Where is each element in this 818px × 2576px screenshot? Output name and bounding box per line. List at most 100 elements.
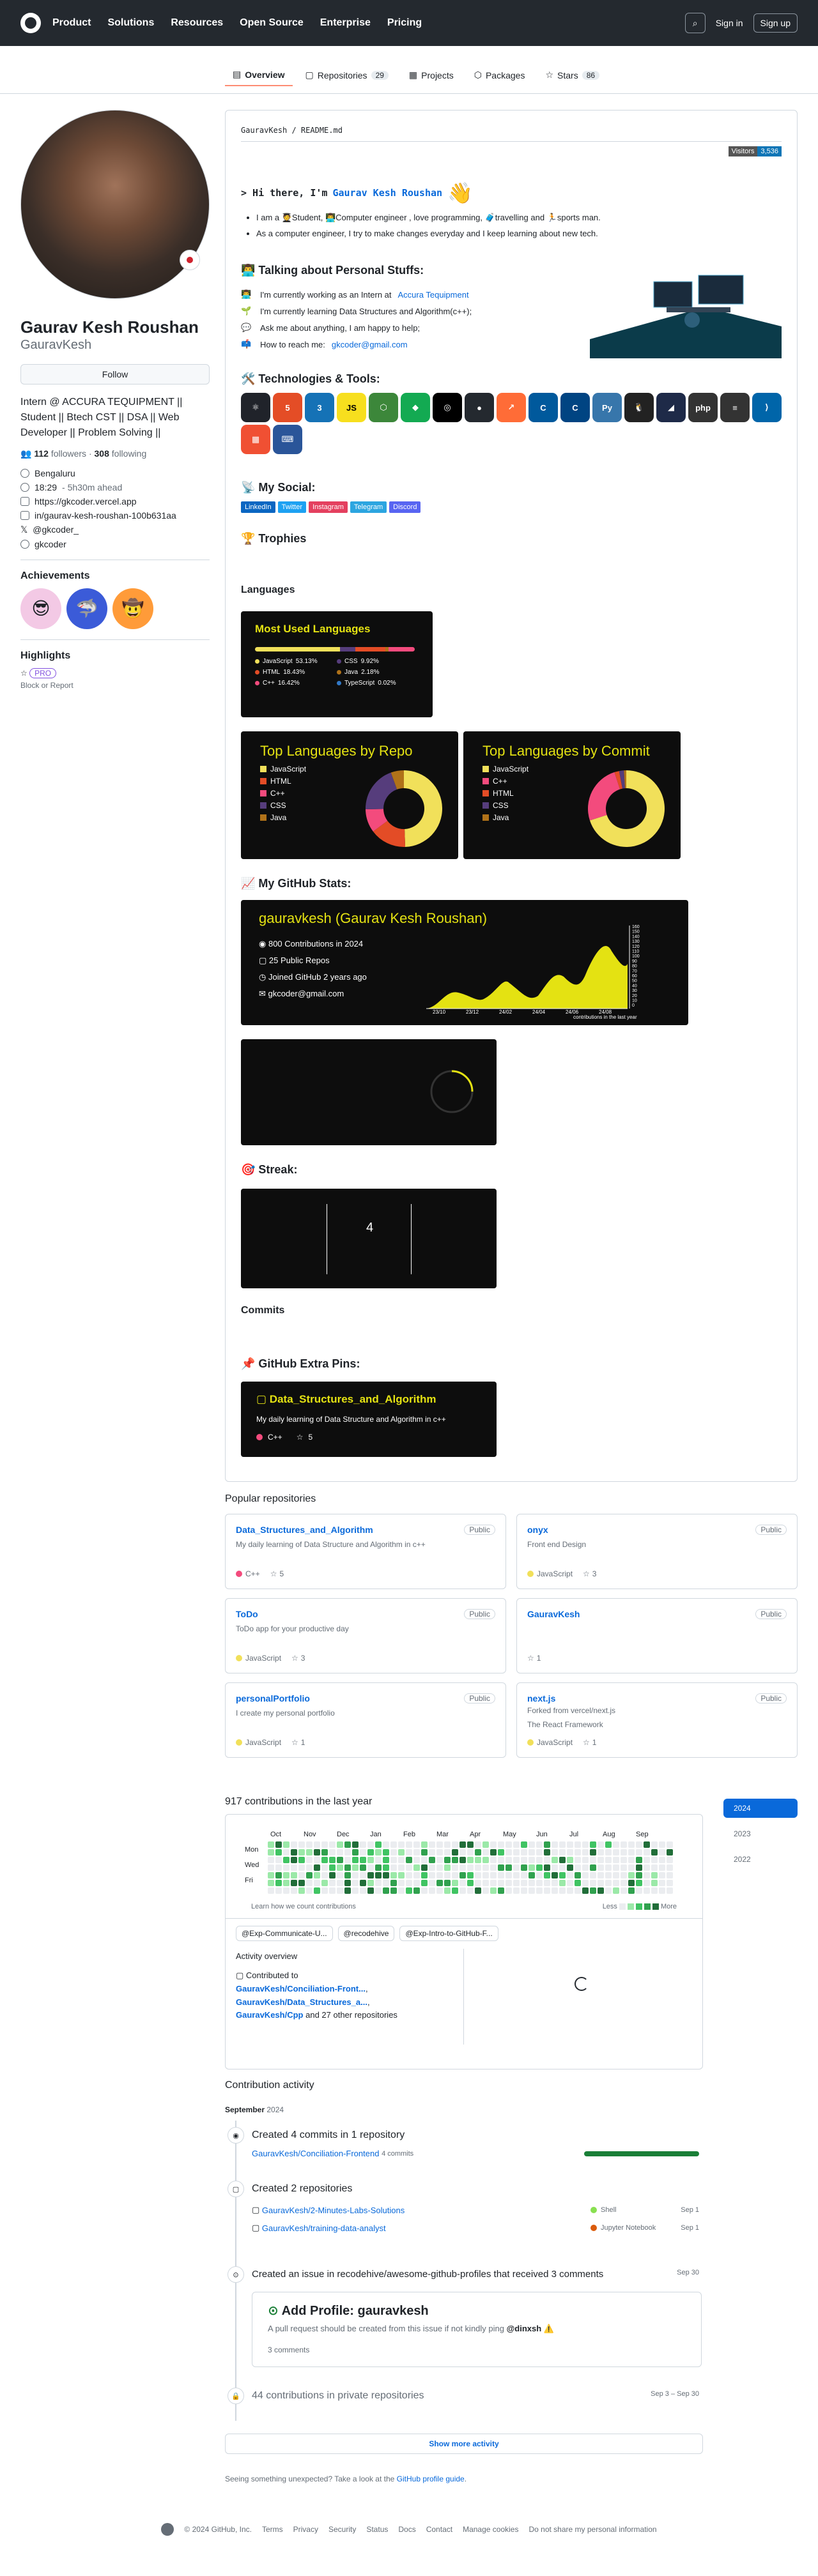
contribution-day[interactable] bbox=[536, 1872, 543, 1879]
contribution-day[interactable] bbox=[482, 1841, 489, 1848]
org-filter[interactable]: @recodehive bbox=[337, 1926, 395, 1941]
contribution-day[interactable] bbox=[413, 1841, 420, 1848]
contribution-day[interactable] bbox=[628, 1880, 635, 1886]
contribution-day[interactable] bbox=[498, 1887, 504, 1894]
contribution-day[interactable] bbox=[421, 1864, 428, 1871]
contribution-day[interactable] bbox=[413, 1880, 420, 1886]
contribution-day[interactable] bbox=[582, 1849, 589, 1856]
contribution-day[interactable] bbox=[582, 1841, 589, 1848]
repo-name-link[interactable]: Data_Structures_and_Algorithm bbox=[236, 1525, 495, 1535]
contribution-day[interactable] bbox=[367, 1887, 374, 1894]
contribution-day[interactable] bbox=[536, 1857, 543, 1863]
contribution-day[interactable] bbox=[575, 1841, 581, 1848]
footer-link[interactable]: Docs bbox=[398, 2525, 415, 2534]
contribution-day[interactable] bbox=[452, 1880, 458, 1886]
contribution-day[interactable] bbox=[375, 1872, 382, 1879]
block-report-link[interactable]: Block or Report bbox=[20, 681, 210, 690]
contribution-day[interactable] bbox=[567, 1880, 573, 1886]
contribution-day[interactable] bbox=[406, 1841, 412, 1848]
contribution-day[interactable] bbox=[383, 1841, 389, 1848]
contribution-day[interactable] bbox=[598, 1880, 604, 1886]
achievements-title[interactable]: Achievements bbox=[20, 570, 210, 582]
contribution-day[interactable] bbox=[498, 1841, 504, 1848]
contribution-day[interactable] bbox=[498, 1880, 504, 1886]
contribution-day[interactable] bbox=[513, 1880, 520, 1886]
contribution-day[interactable] bbox=[605, 1841, 612, 1848]
contribution-day[interactable] bbox=[413, 1864, 420, 1871]
sign-up-button[interactable]: Sign up bbox=[753, 13, 798, 33]
contribution-day[interactable] bbox=[529, 1887, 535, 1894]
contribution-day[interactable] bbox=[413, 1849, 420, 1856]
contribution-day[interactable] bbox=[337, 1857, 343, 1863]
contribution-day[interactable] bbox=[521, 1872, 527, 1879]
contribution-day[interactable] bbox=[605, 1887, 612, 1894]
contribution-day[interactable] bbox=[505, 1887, 512, 1894]
contribution-day[interactable] bbox=[360, 1887, 366, 1894]
contribution-day[interactable] bbox=[482, 1857, 489, 1863]
contribution-day[interactable] bbox=[383, 1864, 389, 1871]
contribution-day[interactable] bbox=[582, 1857, 589, 1863]
sign-in-link[interactable]: Sign in bbox=[716, 18, 743, 28]
contribution-day[interactable] bbox=[344, 1864, 351, 1871]
contribution-day[interactable] bbox=[429, 1857, 435, 1863]
social-badge[interactable]: LinkedIn bbox=[241, 501, 275, 513]
contribution-day[interactable] bbox=[268, 1841, 274, 1848]
contribution-day[interactable] bbox=[529, 1880, 535, 1886]
tab-repositories[interactable]: ▢ Repositories 29 bbox=[298, 64, 396, 86]
contribution-day[interactable] bbox=[459, 1887, 466, 1894]
contribution-day[interactable] bbox=[314, 1841, 320, 1848]
contribution-day[interactable] bbox=[360, 1872, 366, 1879]
contribution-day[interactable] bbox=[436, 1872, 443, 1879]
contribution-day[interactable] bbox=[337, 1887, 343, 1894]
contribution-day[interactable] bbox=[621, 1872, 627, 1879]
contribution-day[interactable] bbox=[552, 1864, 558, 1871]
contribution-day[interactable] bbox=[321, 1841, 328, 1848]
contribution-day[interactable] bbox=[367, 1857, 374, 1863]
contribution-day[interactable] bbox=[582, 1887, 589, 1894]
contribution-day[interactable] bbox=[444, 1880, 451, 1886]
contribution-day[interactable] bbox=[406, 1864, 412, 1871]
contribution-day[interactable] bbox=[436, 1880, 443, 1886]
contribution-day[interactable] bbox=[475, 1849, 481, 1856]
contribution-day[interactable] bbox=[344, 1887, 351, 1894]
contribution-day[interactable] bbox=[275, 1864, 282, 1871]
contribution-day[interactable] bbox=[475, 1872, 481, 1879]
follow-button[interactable]: Follow bbox=[20, 363, 210, 385]
contribution-day[interactable] bbox=[383, 1872, 389, 1879]
contribution-day[interactable] bbox=[521, 1880, 527, 1886]
contribution-day[interactable] bbox=[306, 1872, 313, 1879]
contribution-day[interactable] bbox=[337, 1880, 343, 1886]
footer-link[interactable]: Manage cookies bbox=[463, 2525, 518, 2534]
contribution-day[interactable] bbox=[598, 1887, 604, 1894]
contribution-day[interactable] bbox=[590, 1880, 596, 1886]
repo-name-link[interactable]: next.js bbox=[527, 1693, 787, 1703]
contribution-day[interactable] bbox=[406, 1887, 412, 1894]
contribution-day[interactable] bbox=[367, 1880, 374, 1886]
contribution-day[interactable] bbox=[298, 1857, 305, 1863]
contribution-day[interactable] bbox=[544, 1872, 550, 1879]
contribution-day[interactable] bbox=[575, 1864, 581, 1871]
footer-link[interactable]: Privacy bbox=[293, 2525, 318, 2534]
contribution-day[interactable] bbox=[337, 1849, 343, 1856]
contribution-day[interactable] bbox=[544, 1841, 550, 1848]
contribution-day[interactable] bbox=[621, 1841, 627, 1848]
contribution-day[interactable] bbox=[306, 1887, 313, 1894]
status-icon[interactable] bbox=[180, 250, 200, 270]
contribution-day[interactable] bbox=[552, 1887, 558, 1894]
contribution-day[interactable] bbox=[314, 1864, 320, 1871]
email-link[interactable]: gkcoder@gmail.com bbox=[332, 340, 408, 349]
contribution-day[interactable] bbox=[636, 1880, 642, 1886]
contribution-day[interactable] bbox=[505, 1857, 512, 1863]
contribution-day[interactable] bbox=[475, 1841, 481, 1848]
contribution-day[interactable] bbox=[490, 1880, 497, 1886]
contribution-day[interactable] bbox=[590, 1887, 596, 1894]
tab-packages[interactable]: ⬡ Packages bbox=[467, 64, 533, 86]
github-logo-icon[interactable] bbox=[20, 13, 41, 33]
footer-link[interactable]: Terms bbox=[262, 2525, 283, 2534]
contribution-day[interactable] bbox=[598, 1872, 604, 1879]
contribution-day[interactable] bbox=[513, 1841, 520, 1848]
contribution-day[interactable] bbox=[337, 1841, 343, 1848]
contribution-day[interactable] bbox=[490, 1887, 497, 1894]
contribution-day[interactable] bbox=[636, 1857, 642, 1863]
contribution-day[interactable] bbox=[390, 1864, 397, 1871]
